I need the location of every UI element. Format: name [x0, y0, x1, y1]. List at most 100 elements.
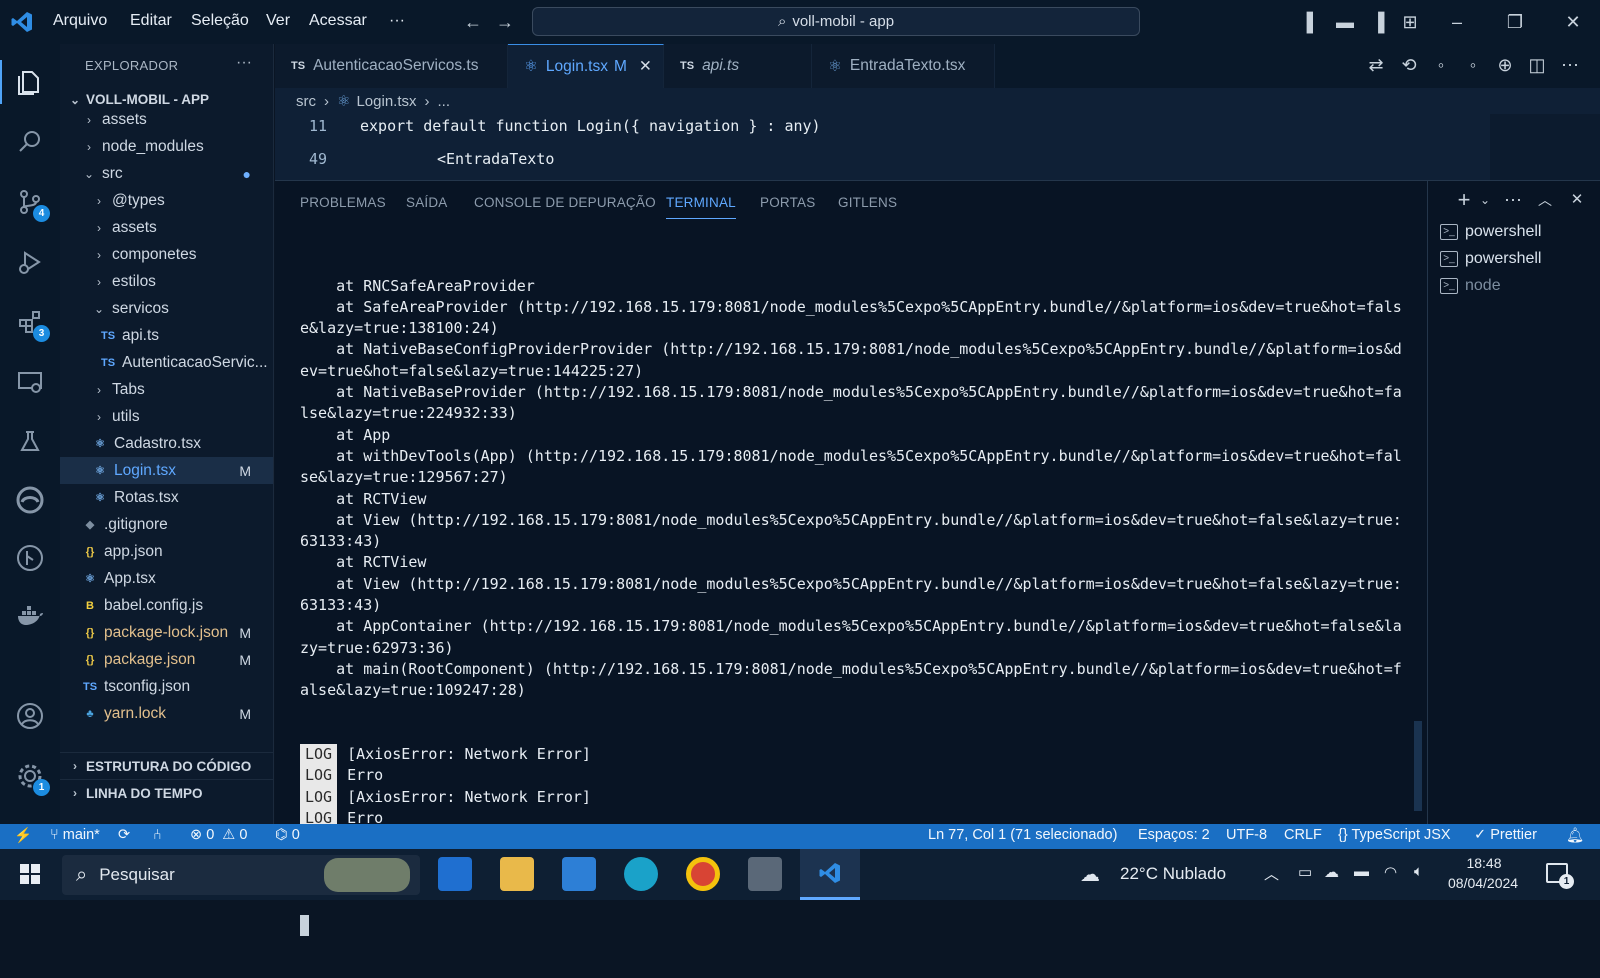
- outline-section[interactable]: › ESTRUTURA DO CÓDIGO: [60, 752, 273, 779]
- forward-arrow-icon[interactable]: →: [494, 11, 516, 33]
- tree-folder[interactable]: › Tabs: [60, 376, 273, 403]
- close-window-icon[interactable]: ✕: [1562, 11, 1584, 33]
- previous-change-icon[interactable]: ◦: [1430, 54, 1452, 76]
- tree-folder[interactable]: › utils: [60, 403, 273, 430]
- tab-autenticacao-servicos[interactable]: TS AutenticacaoServicos.ts: [275, 44, 508, 88]
- tree-file[interactable]: ⚛ Rotas.tsx: [60, 484, 273, 511]
- edge-browser-icon[interactable]: [624, 857, 658, 891]
- menu-selecao[interactable]: Seleção: [191, 12, 249, 30]
- compare-changes-icon[interactable]: ⇄: [1365, 54, 1387, 76]
- tree-folder[interactable]: ⌄ servicos: [60, 295, 273, 322]
- notifications-bell-icon[interactable]: 🔔︎: [1566, 827, 1584, 844]
- gitlens-icon[interactable]: [14, 542, 46, 574]
- tab-problems[interactable]: PROBLEMAS: [300, 195, 386, 210]
- clock-time[interactable]: 18:48: [1460, 855, 1508, 871]
- close-tab-icon[interactable]: ✕: [639, 57, 652, 76]
- next-change-icon[interactable]: ◦: [1462, 54, 1484, 76]
- tree-file[interactable]: TS AutenticacaoServic...: [60, 349, 273, 376]
- terminal-scrollbar[interactable]: [1414, 721, 1422, 811]
- vscode-taskbar-icon[interactable]: [800, 849, 860, 900]
- cursor-position[interactable]: Ln 77, Col 1 (71 selecionado): [928, 827, 1117, 843]
- microsoft-store-icon[interactable]: [438, 857, 472, 891]
- back-arrow-icon[interactable]: ←: [462, 11, 484, 33]
- tree-folder[interactable]: › assets: [60, 106, 273, 133]
- branch-indicator[interactable]: ⑂ main*: [50, 827, 100, 843]
- chevron-up-icon[interactable]: ︿: [1264, 863, 1279, 884]
- wifi-icon[interactable]: ◠: [1384, 863, 1397, 881]
- terminal-item-powershell[interactable]: >_ powershell: [1440, 223, 1541, 241]
- notification-center-icon[interactable]: 1: [1546, 863, 1574, 889]
- tree-file[interactable]: ⚛ Cadastro.tsx: [60, 430, 273, 457]
- settings-gear-icon[interactable]: 1: [14, 760, 50, 796]
- gitlens-inspect-icon[interactable]: ⊕: [1494, 54, 1516, 76]
- open-changes-icon[interactable]: ⟲: [1398, 54, 1420, 76]
- tree-folder[interactable]: › @types: [60, 187, 273, 214]
- tree-file[interactable]: ◆ .gitignore: [60, 511, 273, 538]
- tree-file[interactable]: ⚛ Login.tsx M: [60, 457, 273, 484]
- code-editor[interactable]: 11 export default function Login({ navig…: [275, 114, 1600, 180]
- sync-icon[interactable]: ⟳: [118, 827, 130, 843]
- calculator-icon[interactable]: [748, 857, 782, 891]
- tab-gitlens[interactable]: GITLENS: [838, 195, 897, 210]
- tab-entrada-texto[interactable]: ⚛ EntradaTexto.tsx: [812, 44, 995, 88]
- terminal-item-node[interactable]: >_ node: [1440, 277, 1501, 295]
- tab-terminal[interactable]: TERMINAL: [666, 195, 736, 219]
- editor-more-icon[interactable]: ⋯: [1559, 54, 1581, 76]
- menu-arquivo[interactable]: Arquivo: [53, 12, 107, 30]
- timeline-section[interactable]: › LINHA DO TEMPO: [60, 779, 273, 806]
- docker-icon[interactable]: [14, 600, 46, 632]
- toggle-panel-icon[interactable]: ▬: [1334, 11, 1356, 33]
- search-icon[interactable]: [14, 126, 46, 158]
- extensions-icon[interactable]: 3: [14, 306, 50, 342]
- testing-icon[interactable]: [14, 426, 46, 458]
- run-debug-icon[interactable]: [14, 246, 46, 278]
- tree-file[interactable]: Bbabel.config.js: [60, 592, 273, 619]
- source-control-icon[interactable]: 4: [14, 186, 50, 222]
- terminal-item-powershell[interactable]: >_ powershell: [1440, 250, 1541, 268]
- breadcrumb-symbol[interactable]: ...: [438, 93, 451, 110]
- tab-output[interactable]: SAÍDA: [406, 195, 448, 210]
- account-icon[interactable]: [14, 700, 46, 732]
- files-icon[interactable]: [14, 66, 46, 98]
- tab-login[interactable]: ⚛ Login.tsx M ✕: [508, 44, 664, 88]
- tree-folder[interactable]: › assets: [60, 214, 273, 241]
- tab-api[interactable]: TS api.ts: [664, 44, 812, 88]
- tray-device-icon[interactable]: ▭: [1298, 863, 1312, 881]
- remote-indicator-icon[interactable]: ⚡: [14, 827, 32, 844]
- restore-icon[interactable]: ❐: [1504, 11, 1526, 33]
- breadcrumb-file[interactable]: Login.tsx: [356, 93, 416, 110]
- language-mode[interactable]: {} TypeScript JSX: [1338, 827, 1451, 843]
- menu-ver[interactable]: Ver: [266, 12, 290, 30]
- split-editor-icon[interactable]: ◫: [1526, 54, 1548, 76]
- indentation[interactable]: Espaços: 2: [1138, 827, 1210, 843]
- encoding[interactable]: UTF-8: [1226, 827, 1267, 843]
- tree-folder[interactable]: › estilos: [60, 268, 273, 295]
- menu-more[interactable]: ···: [389, 12, 405, 30]
- file-explorer-icon[interactable]: [500, 857, 534, 891]
- tree-file[interactable]: ⚛ App.tsx: [60, 565, 273, 592]
- breadcrumb-folder[interactable]: src: [296, 93, 316, 110]
- tree-file[interactable]: {} app.json: [60, 538, 273, 565]
- battery-icon[interactable]: ▬: [1354, 863, 1369, 880]
- clock-date[interactable]: 08/04/2024: [1448, 875, 1518, 891]
- toggle-secondary-sidebar-icon[interactable]: ▐: [1367, 11, 1389, 33]
- explorer-more-button[interactable]: ···: [236, 54, 252, 72]
- tree-folder[interactable]: ⌄ src ●: [60, 160, 273, 187]
- mail-icon[interactable]: [562, 857, 596, 891]
- remote-explorer-icon[interactable]: [14, 366, 46, 398]
- tree-file[interactable]: TS tsconfig.json: [60, 673, 273, 700]
- weather-text[interactable]: 22°C Nublado: [1120, 864, 1226, 884]
- problems-indicator[interactable]: ⊗ 0 ⚠ 0: [190, 827, 247, 843]
- onedrive-icon[interactable]: ☁: [1324, 863, 1339, 881]
- ports-indicator[interactable]: ⌬ 0: [275, 827, 300, 843]
- taskbar-search[interactable]: ⌕ Pesquisar: [62, 855, 420, 895]
- tree-folder[interactable]: › node_modules: [60, 133, 273, 160]
- tree-file[interactable]: {} package-lock.json M: [60, 619, 273, 646]
- customize-layout-icon[interactable]: ⊞: [1399, 11, 1421, 33]
- tree-folder[interactable]: › componetes: [60, 241, 273, 268]
- tree-file[interactable]: ♣ yarn.lock M: [60, 700, 273, 727]
- tab-debug-console[interactable]: CONSOLE DE DEPURAÇÃO: [474, 195, 656, 210]
- end-of-line[interactable]: CRLF: [1284, 827, 1322, 843]
- tree-file[interactable]: TS api.ts: [60, 322, 273, 349]
- volume-icon[interactable]: 🔈︎: [1414, 863, 1423, 880]
